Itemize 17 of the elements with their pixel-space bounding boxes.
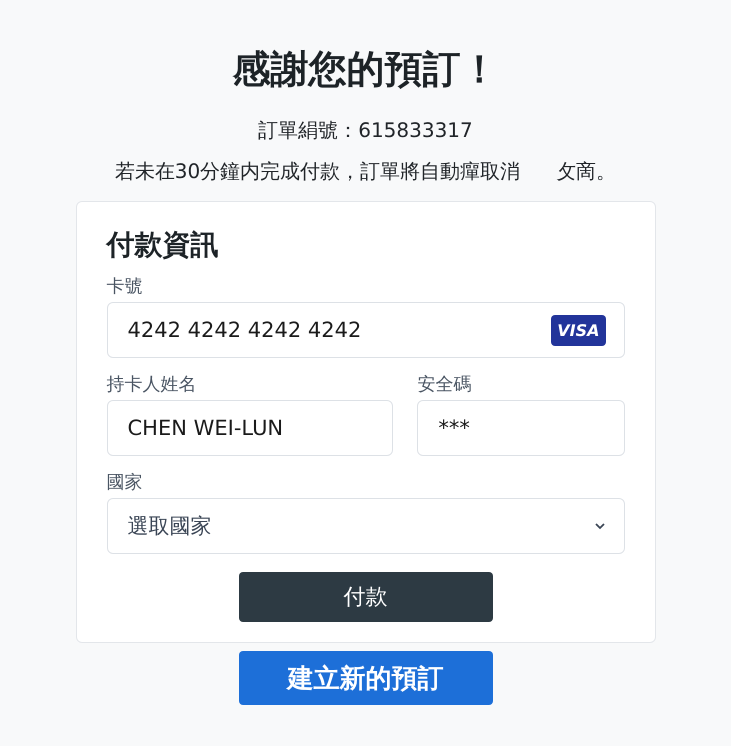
field-label: 持卡人姓名 [106,373,198,396]
chevron-down-icon [594,522,606,530]
page-title: 感謝您的預訂！ [232,46,498,93]
card-brand-icon: VISA [551,314,606,346]
pay-button[interactable]: 付款 [238,572,492,622]
card-number-field[interactable]: 4242 4242 4242 4242 VISA [106,302,624,358]
field-label: 國家 [106,471,144,494]
cvc-field[interactable]: *** [417,400,624,456]
notice-text: 攵啇。 [556,158,616,185]
field-label: 安全碼 [417,373,472,396]
section-heading: 付款資訊 [106,227,220,263]
field-label: 卡號 [106,275,144,298]
order-number: 訂單絹號：615833317 [258,117,473,144]
country-select[interactable]: 選取國家 [106,498,624,554]
cardholder-field[interactable]: CHEN WEI-LUN [106,400,394,456]
new-booking-button[interactable]: 建立新的預訂 [238,651,492,705]
notice-text: 若未在30分鐘内完成付款，訂單將自動癉取消 [114,158,520,185]
